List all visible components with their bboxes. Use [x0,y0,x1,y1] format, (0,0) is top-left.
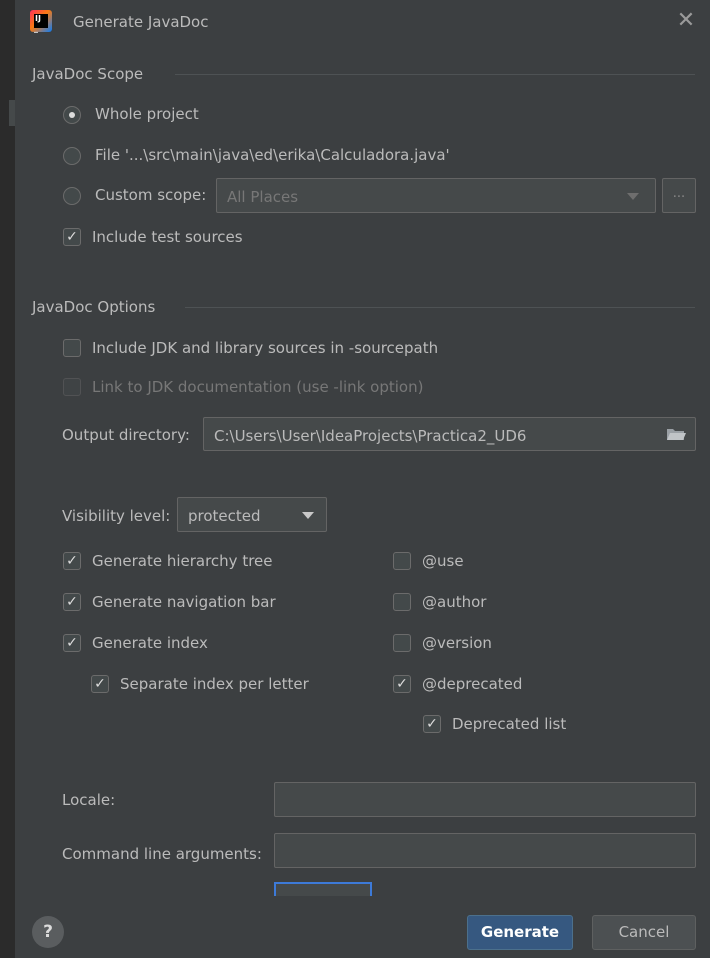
focused-field-partial[interactable] [274,882,372,896]
generate-button[interactable]: Generate [467,915,573,950]
cancel-button[interactable]: Cancel [592,915,696,950]
options-heading: JavaDoc Options [32,298,156,316]
command-line-arguments-label: Command line arguments: [62,845,262,863]
version-tag-label[interactable]: @version [422,634,492,652]
dialog-footer: ? Generate Cancel [15,898,710,958]
include-jdk-checkbox[interactable] [63,339,81,357]
custom-scope-radio[interactable] [63,187,81,205]
close-icon[interactable]: ✕ [673,8,699,34]
intellij-app-icon: IJ _ [30,10,52,33]
include-test-sources-checkbox[interactable]: ✓ [63,228,81,246]
custom-scope-browse-button[interactable]: ... [662,178,696,213]
whole-project-label[interactable]: Whole project [95,105,199,123]
custom-scope-label[interactable]: Custom scope: [95,186,206,204]
editor-gutter [0,0,15,958]
deprecated-list-label[interactable]: Deprecated list [452,715,566,733]
browse-button-label: ... [672,186,686,201]
author-tag-label[interactable]: @author [422,593,486,611]
link-jdk-label: Link to JDK documentation (use -link opt… [92,378,424,396]
link-jdk-checkbox[interactable] [63,378,81,396]
visibility-level-select[interactable]: protected [177,497,327,532]
dialog-title: Generate JavaDoc [73,13,209,31]
navigation-bar-label[interactable]: Generate navigation bar [92,593,276,611]
scope-separator [175,74,695,75]
generate-javadoc-dialog: IJ _ Generate JavaDoc ✕ JavaDoc Scope Who… [15,0,710,958]
output-directory-value: C:\Users\User\IdeaProjects\Practica2_UD6 [214,427,527,445]
separate-index-label[interactable]: Separate index per letter [120,675,309,693]
help-icon[interactable]: ? [32,916,64,948]
output-directory-label: Output directory: [62,426,190,444]
command-line-arguments-input[interactable] [274,833,696,868]
hierarchy-tree-label[interactable]: Generate hierarchy tree [92,552,273,570]
title-bar: IJ _ Generate JavaDoc ✕ [15,0,710,44]
chevron-down-icon [302,512,314,519]
output-directory-field[interactable]: C:\Users\User\IdeaProjects\Practica2_UD6 [203,417,696,451]
locale-input[interactable] [274,782,696,817]
scope-heading: JavaDoc Scope [32,65,144,83]
generate-index-label[interactable]: Generate index [92,634,208,652]
include-jdk-label[interactable]: Include JDK and library sources in -sour… [92,339,438,357]
version-tag-checkbox[interactable] [393,634,411,652]
locale-label: Locale: [62,791,116,809]
use-tag-label[interactable]: @use [422,552,464,570]
visibility-level-label: Visibility level: [62,507,171,525]
generate-index-checkbox[interactable]: ✓ [63,634,81,652]
chevron-down-icon [627,193,639,200]
options-separator [185,307,695,308]
hierarchy-tree-checkbox[interactable]: ✓ [63,552,81,570]
custom-scope-value: All Places [227,188,299,206]
author-tag-checkbox[interactable] [393,593,411,611]
deprecated-list-checkbox[interactable]: ✓ [423,715,441,733]
deprecated-tag-label[interactable]: @deprecated [422,675,522,693]
file-label[interactable]: File '...\src\main\java\ed\erika\Calcula… [95,146,450,164]
separate-index-checkbox[interactable]: ✓ [91,675,109,693]
use-tag-checkbox[interactable] [393,552,411,570]
visibility-level-value: protected [188,507,261,525]
folder-icon[interactable] [666,427,686,442]
custom-scope-select[interactable]: All Places [216,178,656,213]
include-test-sources-label[interactable]: Include test sources [92,228,243,246]
deprecated-tag-checkbox[interactable]: ✓ [393,675,411,693]
file-radio[interactable] [63,147,81,165]
navigation-bar-checkbox[interactable]: ✓ [63,593,81,611]
whole-project-radio[interactable] [63,106,81,124]
